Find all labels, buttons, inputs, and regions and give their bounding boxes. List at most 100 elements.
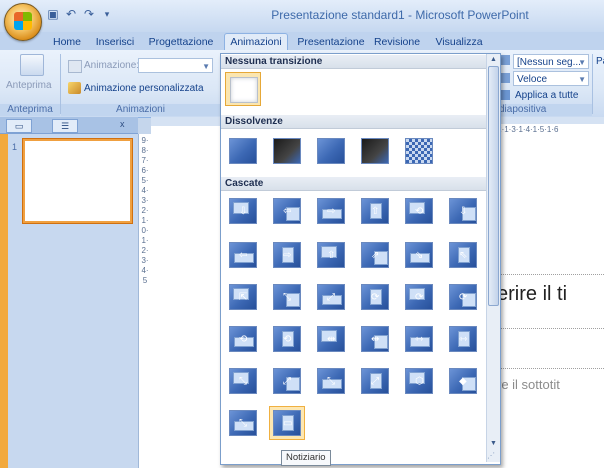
- apply-to-all-button[interactable]: Applica a tutte: [515, 90, 578, 101]
- slides-tab-icon[interactable]: ▭: [6, 119, 32, 133]
- transition-thumbnail-wipe[interactable]: ⇖: [445, 238, 481, 272]
- direction-arrow-icon: ▭: [283, 418, 293, 429]
- undo-icon[interactable]: ↶: [64, 7, 78, 21]
- blank-slide-icon: [230, 77, 258, 103]
- transition-thumbnail-wipe[interactable]: ⇩: [445, 194, 481, 228]
- direction-arrow-icon: ◆: [459, 376, 467, 387]
- tab-revisione[interactable]: Revisione: [372, 34, 422, 50]
- preview-button[interactable]: Anteprima: [6, 80, 52, 91]
- transition-thumbnail-fade[interactable]: [225, 134, 261, 168]
- transition-thumbnail-wipe[interactable]: ⇱: [225, 280, 261, 314]
- transition-sound-combo[interactable]: [Nessun seg... ▼: [513, 54, 589, 69]
- direction-arrow-icon: ⇧: [327, 250, 336, 261]
- wipe-slide-icon: ⇹: [317, 326, 345, 352]
- scrollbar-thumb[interactable]: [488, 66, 499, 306]
- direction-arrow-icon: ⇿: [415, 334, 424, 345]
- transition-thumbnail-wipe[interactable]: ⤢: [269, 364, 305, 398]
- direction-arrow-icon: ⤢: [327, 292, 335, 303]
- transition-thumbnail-wipe[interactable]: ⇧: [313, 238, 349, 272]
- redo-icon[interactable]: ↷: [82, 7, 96, 21]
- direction-arrow-icon: ⬡: [415, 376, 424, 387]
- animation-label: Animazione:: [84, 60, 140, 71]
- transition-thumbnail-wipe[interactable]: ⟳: [357, 280, 393, 314]
- transition-thumbnail-wipe[interactable]: ⇦: [269, 194, 305, 228]
- close-pane-icon[interactable]: x: [120, 119, 125, 129]
- tab-presentazione[interactable]: Presentazione: [296, 34, 366, 50]
- transition-thumbnail-wipe[interactable]: ⇹: [313, 322, 349, 356]
- animation-combo[interactable]: ▼: [138, 58, 213, 73]
- scroll-down-icon[interactable]: ▼: [487, 438, 500, 450]
- direction-arrow-icon: ⤡: [283, 292, 291, 303]
- apply-all-icon: [500, 90, 510, 100]
- transition-thumbnail-wipe[interactable]: ⤡: [225, 406, 261, 440]
- wipe-slide-icon: ⇧: [317, 242, 345, 268]
- save-icon[interactable]: ▣: [46, 7, 60, 21]
- wipe-slide-icon: ⇱: [229, 284, 257, 310]
- wipe-slide-icon: ⇹: [361, 326, 389, 352]
- transition-thumbnail-wipe[interactable]: ⇨: [269, 238, 305, 272]
- title-placeholder[interactable]: erire il ti: [497, 283, 567, 306]
- transition-thumbnail-wipe[interactable]: ⤡: [269, 280, 305, 314]
- custom-animation-button[interactable]: Animazione personalizzata: [84, 83, 204, 94]
- transition-thumbnail-wipe[interactable]: ⇧: [357, 194, 393, 228]
- slide-thumbnail[interactable]: [23, 139, 132, 223]
- transition-thumbnail-wipe[interactable]: ⤡: [313, 364, 349, 398]
- direction-arrow-icon: ⇱: [239, 292, 248, 303]
- transition-thumbnail-wipe[interactable]: ⤢: [357, 364, 393, 398]
- wipe-slide-icon: ⇦: [229, 242, 257, 268]
- wipe-slide-icon: ⇖: [449, 242, 477, 268]
- subtitle-placeholder[interactable]: re il sottotit: [497, 377, 560, 392]
- transition-thumbnail-wipe[interactable]: ⇹: [357, 322, 393, 356]
- wipe-slide-icon: ⤡: [273, 284, 301, 310]
- transition-speed-combo[interactable]: Veloce ▼: [513, 71, 589, 86]
- tab-animazioni[interactable]: Animazioni: [224, 33, 288, 50]
- resize-grip-icon[interactable]: ⋰: [487, 451, 495, 460]
- transition-thumbnail-wipe[interactable]: ⟳: [445, 280, 481, 314]
- transition-thumbnail-wipe[interactable]: ⇗: [357, 238, 393, 272]
- transition-thumbnail-wipe[interactable]: ⤢: [313, 280, 349, 314]
- tab-inserisci[interactable]: Inserisci: [92, 34, 138, 50]
- transition-thumbnail-wipe[interactable]: ⇦: [225, 238, 261, 272]
- transition-thumbnail-wipe[interactable]: ⇿: [445, 322, 481, 356]
- direction-arrow-icon: ⟲: [283, 334, 292, 345]
- transition-thumbnail-none[interactable]: [225, 72, 261, 106]
- ribbon-tabs: Home Inserisci Progettazione Animazioni …: [0, 32, 604, 50]
- direction-arrow-icon: ⇖: [459, 250, 468, 261]
- wipe-slide-icon: ⇩: [449, 198, 477, 224]
- outline-tab-icon[interactable]: ☰: [52, 119, 78, 133]
- transition-thumbnail-fade[interactable]: [357, 134, 393, 168]
- transition-thumbnail-fade[interactable]: [313, 134, 349, 168]
- transition-thumbnail-fade[interactable]: [269, 134, 305, 168]
- direction-arrow-icon: ⇧: [371, 206, 380, 217]
- transition-thumbnail-wipe[interactable]: ⬡: [401, 364, 437, 398]
- transition-sound-value: [Nessun seg...: [517, 57, 581, 68]
- tab-visualizza[interactable]: Visualizza: [432, 34, 486, 50]
- wipe-slide-icon: ⟲: [405, 198, 433, 224]
- transition-thumbnail-fade[interactable]: [401, 134, 437, 168]
- scroll-up-icon[interactable]: ▲: [487, 54, 500, 66]
- transition-thumbnail-wipe[interactable]: ⇨: [313, 194, 349, 228]
- speed-icon: [500, 73, 510, 83]
- transition-thumbnail-wipe[interactable]: ⇩: [225, 194, 261, 228]
- transition-thumbnail-wipe[interactable]: ◆: [445, 364, 481, 398]
- wipe-slide-icon: ⟲: [229, 326, 257, 352]
- transition-thumbnail-wipe[interactable]: ⟲: [269, 322, 305, 356]
- tab-progettazione[interactable]: Progettazione: [144, 34, 218, 50]
- wipe-slide-icon: ⇦: [273, 198, 301, 224]
- customize-icon[interactable]: ▾: [100, 7, 114, 21]
- wipe-slide-icon: ⇗: [361, 242, 389, 268]
- transition-thumbnail-wipe[interactable]: ⟳: [401, 280, 437, 314]
- tab-home[interactable]: Home: [50, 34, 84, 50]
- preview-icon[interactable]: [20, 54, 44, 76]
- chevron-down-icon: ▼: [578, 75, 586, 84]
- transition-thumbnail-wipe[interactable]: ⤡: [225, 364, 261, 398]
- transition-thumbnail-wipe[interactable]: ⇘: [401, 238, 437, 272]
- transition-thumbnail-wipe[interactable]: ⇿: [401, 322, 437, 356]
- transition-thumbnail-wipe[interactable]: ⟲: [225, 322, 261, 356]
- transition-thumbnail-wipe[interactable]: ⟲: [401, 194, 437, 228]
- gallery-scrollbar[interactable]: ▲ ▼: [486, 54, 500, 462]
- office-button[interactable]: [4, 3, 42, 41]
- sound-icon: [500, 55, 510, 65]
- wipe-slide-icon: ⇨: [317, 198, 345, 224]
- transition-thumbnail-wipe[interactable]: ▭: [269, 406, 305, 440]
